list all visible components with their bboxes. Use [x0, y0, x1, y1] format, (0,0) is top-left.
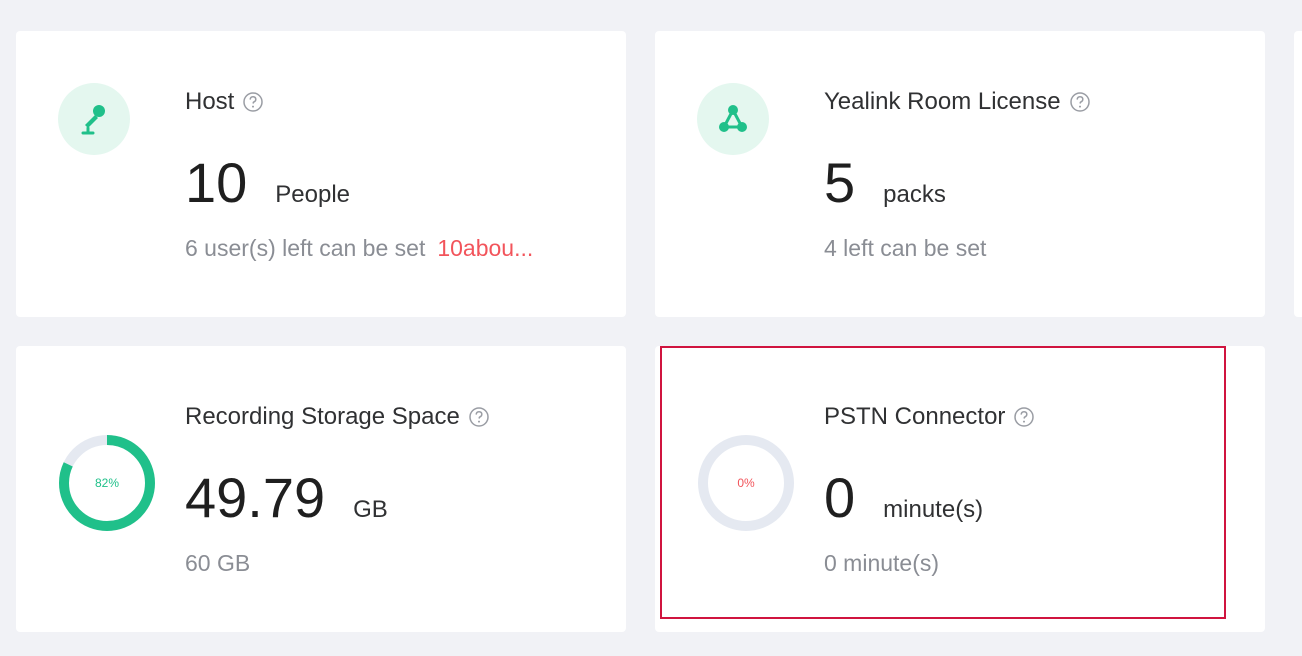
host-unit: People [275, 181, 351, 208]
pstn-value-row: 0 minute(s) [824, 466, 983, 530]
pstn-value: 0 [824, 466, 856, 529]
host-subtext-row: 6 user(s) left can be set 10abou... [185, 235, 533, 262]
host-card: Host 10 People 6 user(s) left can be set… [16, 31, 626, 317]
storage-title-row: Recording Storage Space [185, 403, 490, 431]
pstn-percent-label: 0% [737, 476, 755, 490]
host-link[interactable]: 10abou... [437, 235, 533, 261]
pstn-title: PSTN Connector [824, 403, 1006, 430]
license-title-row: Yealink Room License [824, 88, 1091, 116]
storage-progress-ring: 82% [58, 434, 156, 532]
pstn-subtext: 0 minute(s) [824, 550, 940, 576]
license-value-row: 5 packs [824, 151, 946, 215]
storage-percent-label: 82% [94, 476, 120, 490]
storage-title: Recording Storage Space [185, 403, 460, 430]
license-subtext: 4 left can be set [824, 235, 987, 261]
storage-value-row: 49.79 GB [185, 466, 388, 530]
license-unit: packs [883, 181, 946, 208]
host-title: Host [185, 88, 235, 115]
network-nodes-icon [697, 83, 769, 155]
storage-card: 82% Recording Storage Space 49.79 GB 60 … [16, 346, 626, 632]
pstn-card: 0% PSTN Connector 0 minute(s) 0 minute(s… [655, 346, 1265, 632]
help-icon[interactable] [242, 91, 264, 113]
storage-unit: GB [353, 496, 388, 523]
host-value-row: 10 People [185, 151, 350, 215]
microphone-icon [58, 83, 130, 155]
help-icon[interactable] [468, 406, 490, 428]
host-subtext: 6 user(s) left can be set [185, 235, 426, 261]
license-card: Yealink Room License 5 packs 4 left can … [655, 31, 1265, 317]
storage-value: 49.79 [185, 466, 326, 529]
help-icon[interactable] [1013, 406, 1035, 428]
pstn-title-row: PSTN Connector [824, 403, 1035, 431]
pstn-unit: minute(s) [883, 496, 984, 523]
host-title-row: Host [185, 88, 264, 116]
license-value: 5 [824, 151, 856, 214]
host-value: 10 [185, 151, 248, 214]
license-title: Yealink Room License [824, 88, 1061, 115]
offscreen-card-edge [1294, 31, 1302, 317]
storage-subtext: 60 GB [185, 550, 251, 576]
pstn-progress-ring: 0% [697, 434, 795, 532]
help-icon[interactable] [1069, 91, 1091, 113]
